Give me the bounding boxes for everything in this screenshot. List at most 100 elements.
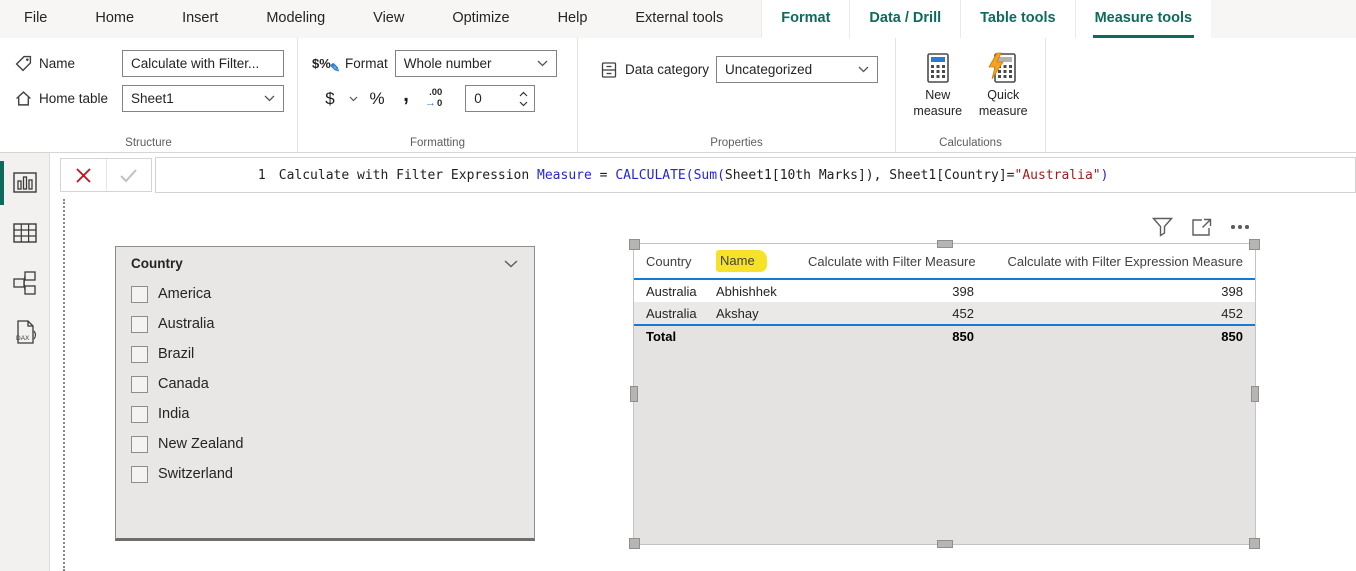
slicer-item-label: New Zealand: [158, 436, 243, 452]
filter-icon[interactable]: [1150, 215, 1174, 239]
resize-handle-top-left[interactable]: [629, 239, 640, 250]
checkbox[interactable]: [131, 286, 148, 303]
tab-help[interactable]: Help: [534, 0, 612, 38]
resize-handle-right[interactable]: [1251, 386, 1259, 402]
tab-modeling[interactable]: Modeling: [242, 0, 349, 38]
tab-data-drill[interactable]: Data / Drill: [849, 0, 960, 38]
format-label: Format: [345, 56, 388, 71]
measure-name-value: Calculate with Filter...: [131, 56, 259, 71]
slicer-item-switzerland[interactable]: Switzerland: [131, 459, 534, 489]
total-measure-1: 850: [796, 329, 986, 344]
tab-external-tools[interactable]: External tools: [611, 0, 747, 38]
resize-handle-bottom-left[interactable]: [629, 538, 640, 549]
tab-format-label: Format: [779, 1, 832, 38]
sidebar-item-report-view[interactable]: [0, 163, 50, 203]
tab-home[interactable]: Home: [71, 0, 158, 38]
close-paren-token: ): [1101, 168, 1109, 183]
data-category-dropdown[interactable]: Uncategorized: [716, 56, 878, 83]
keyword-token: Measure: [537, 168, 592, 183]
column-header-name[interactable]: Name: [704, 250, 796, 272]
cell-name: Akshay: [704, 306, 796, 321]
slicer-title: Country: [131, 256, 183, 271]
slicer-item-new-zealand[interactable]: New Zealand: [131, 429, 534, 459]
checkbox[interactable]: [131, 436, 148, 453]
tab-format[interactable]: Format: [761, 0, 849, 38]
sidebar-item-model-view[interactable]: [0, 263, 50, 303]
checkbox[interactable]: [131, 316, 148, 333]
chevron-down-icon[interactable]: [504, 260, 518, 268]
tab-optimize[interactable]: Optimize: [428, 0, 533, 38]
report-canvas[interactable]: Country America Australia Brazil Canada …: [50, 197, 1356, 571]
total-measure-2: 850: [986, 329, 1255, 344]
table-row[interactable]: Australia Abhishhek 398 398: [634, 280, 1255, 302]
ribbon-group-structure: Name Calculate with Filter... Home table…: [0, 38, 298, 152]
dax-query-view-icon: DAX: [12, 319, 38, 347]
slicer-item-australia[interactable]: Australia: [131, 309, 534, 339]
cancel-formula-button[interactable]: [61, 159, 106, 191]
home-table-dropdown[interactable]: Sheet1: [122, 85, 284, 112]
tab-view[interactable]: View: [349, 0, 428, 38]
measure-name-input[interactable]: Calculate with Filter...: [122, 50, 284, 77]
country-slicer-visual[interactable]: Country America Australia Brazil Canada …: [115, 246, 535, 541]
tab-measure-tools[interactable]: Measure tools: [1075, 0, 1212, 38]
new-measure-button[interactable]: New measure: [908, 50, 968, 132]
checkmark-icon: [119, 168, 138, 183]
commit-formula-button[interactable]: [106, 159, 152, 191]
slicer-item-label: India: [158, 406, 189, 422]
sidebar-item-data-view[interactable]: [0, 213, 50, 253]
checkbox[interactable]: [131, 406, 148, 423]
slicer-item-canada[interactable]: Canada: [131, 369, 534, 399]
tab-insert[interactable]: Insert: [158, 0, 242, 38]
tab-optimize-label: Optimize: [450, 1, 511, 38]
column-header-filter-expression-measure[interactable]: Calculate with Filter Expression Measure: [986, 254, 1255, 269]
checkbox[interactable]: [131, 346, 148, 363]
quick-measure-button[interactable]: Quick measure: [974, 50, 1034, 132]
formula-input[interactable]: 1Calculate with Filter Expression Measur…: [155, 157, 1356, 193]
currency-format-button[interactable]: $: [320, 87, 340, 111]
checkbox[interactable]: [131, 466, 148, 483]
resize-handle-left[interactable]: [630, 386, 638, 402]
name-column-highlight: Name: [716, 250, 767, 272]
percent-format-button[interactable]: %: [367, 87, 387, 111]
format-painter-icon: $%✎: [312, 56, 338, 71]
resize-handle-top-right[interactable]: [1249, 239, 1260, 250]
column-header-filter-measure[interactable]: Calculate with Filter Measure: [796, 254, 986, 269]
formula-commit-buttons: [60, 158, 152, 192]
sidebar-item-dax-query-view[interactable]: DAX: [0, 313, 50, 353]
chevron-down-icon[interactable]: [349, 96, 358, 102]
slicer-item-india[interactable]: India: [131, 399, 534, 429]
column-header-country[interactable]: Country: [634, 254, 704, 269]
slicer-item-label: Switzerland: [158, 466, 233, 482]
ribbon-group-properties: Data category Uncategorized Properties: [578, 38, 896, 152]
format-painter-glyph: $%: [312, 56, 331, 71]
measure-name-token: Calculate with Filter Expression: [279, 168, 537, 183]
format-dropdown[interactable]: Whole number: [395, 50, 557, 77]
tab-table-tools[interactable]: Table tools: [960, 0, 1074, 38]
decimal-places-stepper[interactable]: 0: [465, 85, 535, 112]
tab-insert-label: Insert: [180, 1, 220, 38]
checkbox[interactable]: [131, 376, 148, 393]
tab-file[interactable]: File: [0, 0, 71, 38]
home-table-value: Sheet1: [131, 91, 174, 106]
resize-handle-bottom-right[interactable]: [1249, 538, 1260, 549]
decimal-places-icon[interactable]: .00 →0: [425, 88, 442, 109]
page-edge-guide: [63, 199, 65, 571]
assign-token: =: [592, 168, 615, 183]
stepper-arrows[interactable]: [519, 91, 534, 107]
slicer-item-brazil[interactable]: Brazil: [131, 339, 534, 369]
report-view-icon: [12, 171, 38, 195]
table-row[interactable]: Australia Akshay 452 452: [634, 302, 1255, 324]
more-options-icon[interactable]: [1228, 215, 1252, 239]
slicer-item-america[interactable]: America: [131, 279, 534, 309]
thousands-separator-button[interactable]: ,: [396, 87, 416, 111]
resize-handle-top[interactable]: [937, 240, 953, 248]
cell-country: Australia: [634, 306, 704, 321]
table-visual[interactable]: Country Name Calculate with Filter Measu…: [633, 243, 1256, 545]
total-label: Total: [634, 329, 704, 344]
data-view-icon: [12, 222, 38, 244]
measure-name-label: Name: [39, 56, 81, 71]
focus-mode-icon[interactable]: [1189, 215, 1213, 239]
table-header-row: Country Name Calculate with Filter Measu…: [634, 244, 1255, 280]
resize-handle-bottom[interactable]: [937, 540, 953, 548]
tab-view-label: View: [371, 1, 406, 38]
